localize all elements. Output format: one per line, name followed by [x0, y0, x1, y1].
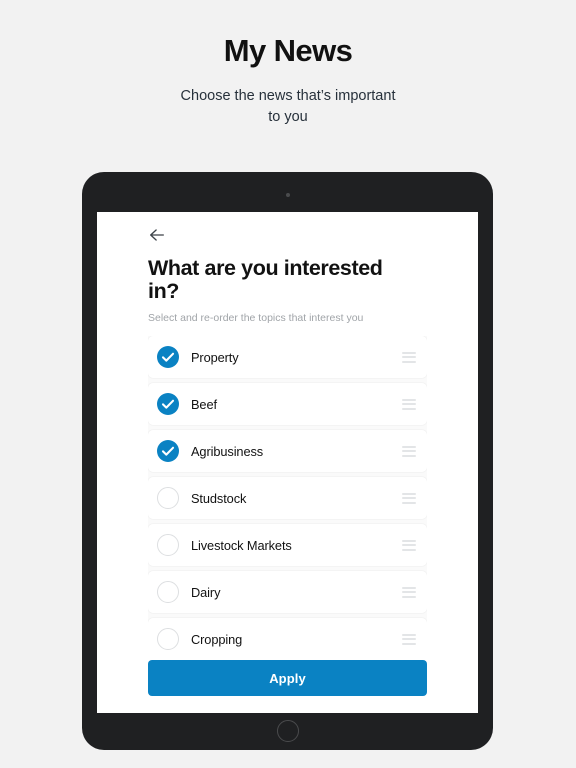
topic-row[interactable]: Beef	[148, 383, 427, 426]
tablet-device-frame: What are you interested in? Select and r…	[82, 172, 493, 750]
page-title: My News	[223, 33, 353, 68]
drag-handle-icon[interactable]	[402, 633, 416, 645]
topic-label: Studstock	[191, 490, 247, 506]
checkbox-unchecked-icon[interactable]	[157, 581, 179, 604]
topic-label: Beef	[191, 396, 217, 412]
app-content: What are you interested in? Select and r…	[97, 212, 478, 652]
checkbox-checked-icon[interactable]	[157, 440, 179, 463]
checkbox-unchecked-icon[interactable]	[157, 628, 179, 651]
topic-row[interactable]: Cropping	[148, 618, 427, 652]
drag-handle-icon[interactable]	[402, 492, 416, 504]
home-button[interactable]	[276, 720, 299, 742]
tablet-screen: What are you interested in? Select and r…	[97, 212, 478, 713]
topic-label: Cropping	[191, 631, 243, 647]
topic-label: Dairy	[191, 584, 221, 600]
checkbox-checked-icon[interactable]	[157, 346, 179, 369]
drag-handle-icon[interactable]	[402, 445, 416, 457]
topic-row[interactable]: Dairy	[148, 571, 427, 614]
page-subtitle: Choose the news that’s important to you	[180, 88, 396, 125]
checkbox-checked-icon[interactable]	[157, 393, 179, 416]
drag-handle-icon[interactable]	[402, 398, 416, 410]
apply-button[interactable]: Apply	[148, 660, 427, 696]
topic-label: Livestock Markets	[191, 537, 292, 553]
topic-label: Property	[191, 349, 239, 365]
apply-button-container: Apply	[97, 652, 478, 713]
page-header: My News Choose the news that’s important…	[0, 0, 576, 128]
checkbox-unchecked-icon[interactable]	[157, 534, 179, 557]
topic-row[interactable]: Property	[148, 336, 427, 379]
topic-list[interactable]: Property Beef Agribusiness Studstock Livesto…	[148, 336, 427, 652]
app-subheading: Select and re-order the topics that inte…	[148, 312, 364, 325]
back-arrow-icon[interactable]	[148, 226, 166, 244]
drag-handle-icon[interactable]	[402, 351, 416, 363]
app-toolbar	[148, 224, 427, 245]
app-heading: What are you interested in?	[148, 256, 383, 304]
topic-label: Agribusiness	[191, 443, 264, 459]
topic-row[interactable]: Studstock	[148, 477, 427, 520]
camera-dot-icon	[285, 193, 290, 197]
drag-handle-icon[interactable]	[402, 539, 416, 551]
topic-row[interactable]: Livestock Markets	[148, 524, 427, 567]
checkbox-unchecked-icon[interactable]	[157, 487, 179, 510]
topic-row[interactable]: Agribusiness	[148, 430, 427, 473]
drag-handle-icon[interactable]	[402, 586, 416, 598]
